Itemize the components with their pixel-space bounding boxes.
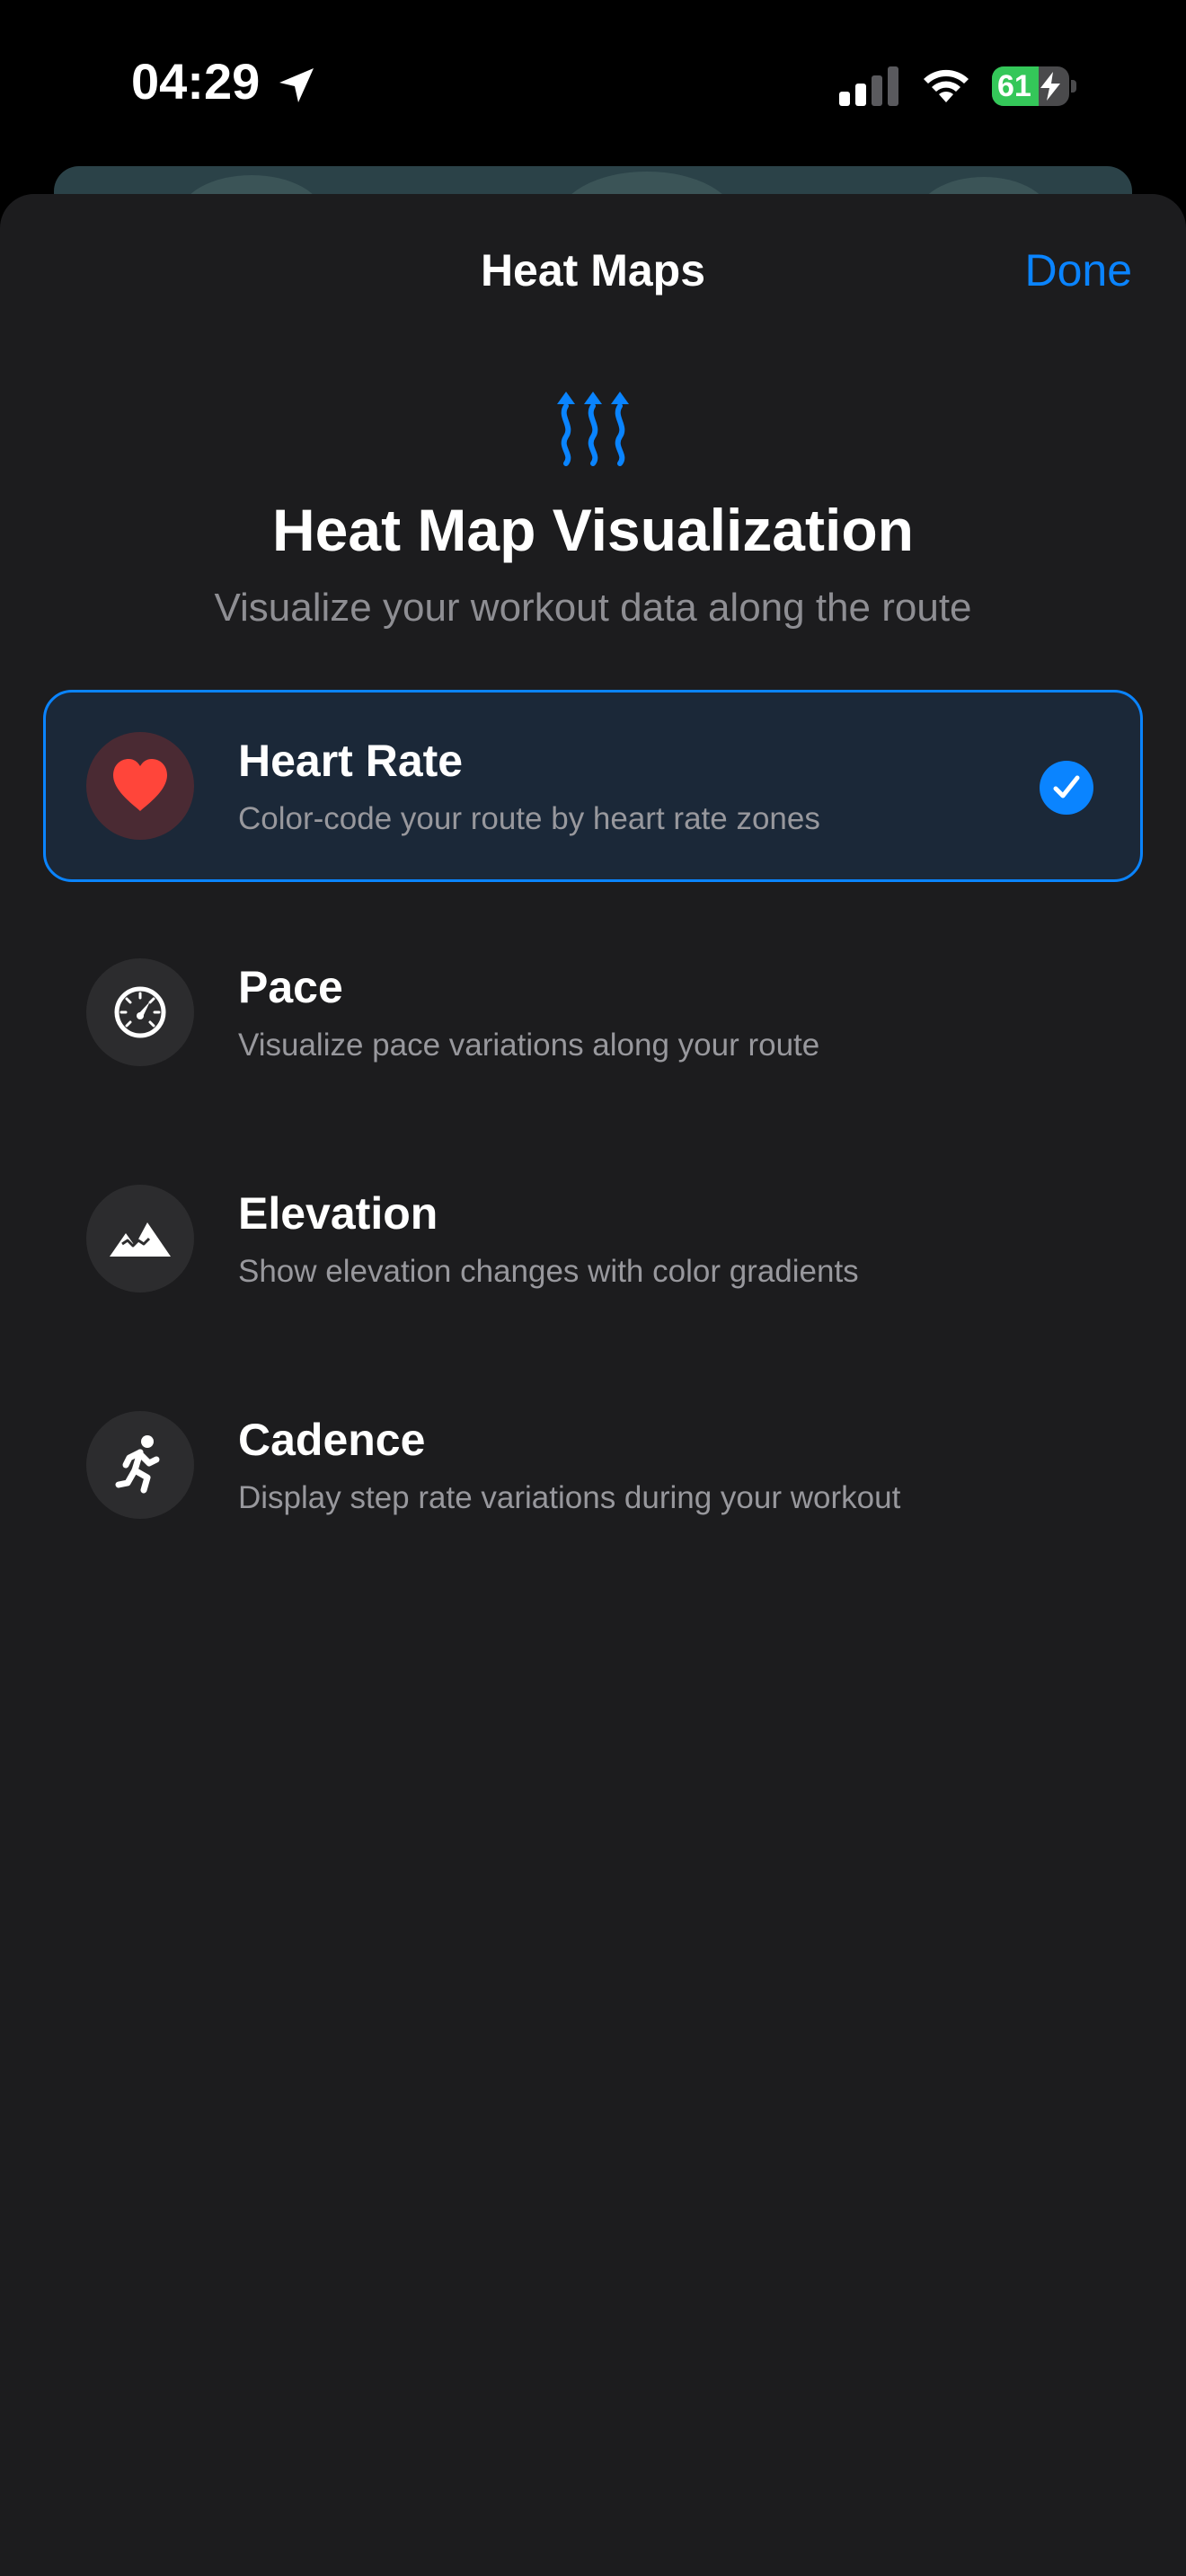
wifi-icon (924, 69, 969, 102)
location-arrow-icon (279, 68, 314, 102)
running-figure-icon (115, 1435, 160, 1494)
headline: Heat Map Visualization (272, 497, 914, 563)
speedometer-icon (114, 986, 166, 1038)
battery-indicator: 61 (992, 66, 1076, 106)
bolt-icon (1040, 72, 1060, 101)
option-elevation[interactable]: Elevation Show elevation changes with co… (43, 1142, 1143, 1335)
option-icon-circle (86, 732, 194, 840)
battery-cap (1071, 80, 1076, 93)
option-icon-circle (86, 958, 194, 1066)
option-title: Heart Rate (238, 736, 464, 786)
cellular-signal-icon (839, 66, 898, 106)
battery-percent: 61 (997, 69, 1031, 103)
battery-body: 61 (992, 66, 1069, 106)
screen: 04:29 61 Heat Maps Done Heat Map Visuali… (0, 0, 1186, 2576)
option-description: Color-code your route by heart rate zone… (238, 801, 820, 836)
heart-icon (113, 759, 167, 811)
heat-waves-icon (557, 392, 629, 466)
option-pace[interactable]: Pace Visualize pace variations along you… (43, 916, 1143, 1108)
check-glyph (1053, 775, 1080, 798)
done-button[interactable]: Done (1024, 244, 1132, 296)
checkmark-icon (1040, 761, 1093, 815)
mountains-icon (110, 1222, 171, 1257)
option-description: Show elevation changes with color gradie… (238, 1254, 859, 1289)
option-title: Pace (238, 962, 343, 1012)
heat-maps-sheet: Heat Maps Done Heat Map Visualization Vi… (0, 194, 1186, 2576)
option-heart-rate[interactable]: Heart Rate Color-code your route by hear… (43, 690, 1143, 882)
option-title: Cadence (238, 1415, 426, 1465)
option-description: Display step rate variations during your… (238, 1480, 901, 1515)
option-description: Visualize pace variations along your rou… (238, 1028, 820, 1063)
status-bar: 04:29 61 (0, 0, 1186, 171)
option-icon-circle (86, 1185, 194, 1292)
option-cadence[interactable]: Cadence Display step rate variations dur… (43, 1369, 1143, 1561)
sheet-title: Heat Maps (480, 245, 706, 296)
option-icon-circle (86, 1411, 194, 1519)
option-title: Elevation (238, 1188, 438, 1239)
subheadline: Visualize your workout data along the ro… (214, 586, 972, 630)
status-time: 04:29 (131, 53, 261, 110)
